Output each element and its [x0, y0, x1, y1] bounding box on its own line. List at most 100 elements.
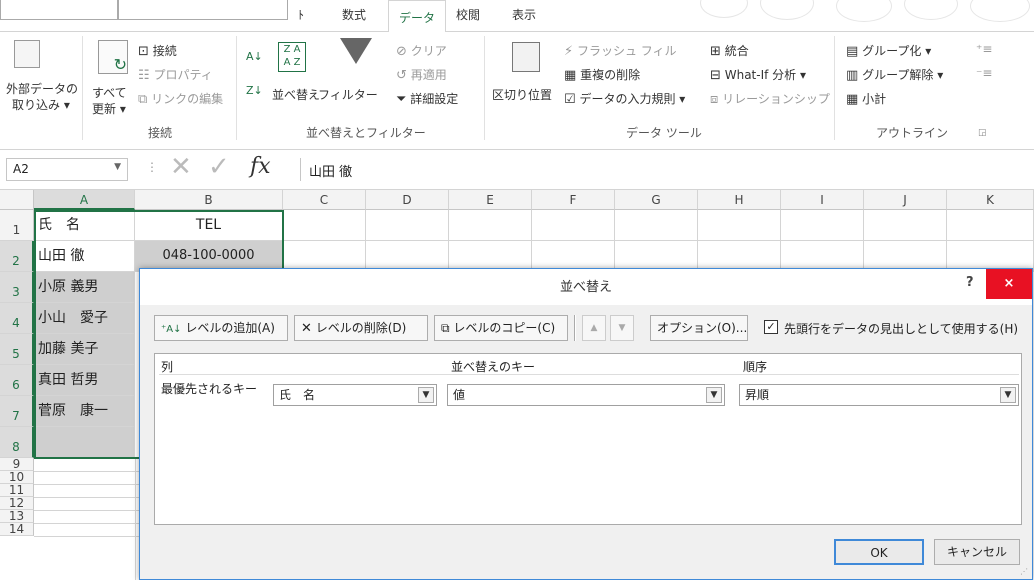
- copy-level-button[interactable]: ⧉ レベルのコピー(C): [434, 315, 568, 341]
- properties-icon: ☷: [138, 68, 150, 83]
- column-header[interactable]: C: [283, 190, 366, 210]
- chevron-down-icon[interactable]: ▼: [114, 162, 121, 172]
- header-row-checkbox-label[interactable]: 先頭行をデータの見出しとして使用する(H): [784, 320, 1018, 337]
- name-box[interactable]: A2 ▼: [6, 158, 128, 181]
- tab-data[interactable]: データ: [388, 0, 447, 33]
- cell-a4[interactable]: 小山 愛子: [34, 303, 135, 334]
- tab-formulas[interactable]: 数式: [342, 6, 366, 23]
- column-header[interactable]: I: [781, 190, 864, 210]
- column-header[interactable]: A: [34, 190, 135, 210]
- insert-function-icon[interactable]: fx: [250, 154, 271, 179]
- refresh-all-label-2[interactable]: 更新 ▾: [92, 100, 126, 117]
- show-detail-icon[interactable]: ⁺≡: [976, 42, 992, 56]
- cell-a7[interactable]: 菅原 康一: [34, 396, 135, 427]
- column-header[interactable]: H: [698, 190, 781, 210]
- enter-icon[interactable]: ✓: [208, 154, 230, 180]
- dialog-title: 並べ替え: [140, 269, 1032, 305]
- cell[interactable]: [698, 210, 781, 241]
- order-select[interactable]: 昇順 ▼: [739, 384, 1019, 406]
- add-level-button[interactable]: ⁺A↓ レベルの追加(A): [154, 315, 288, 341]
- help-button[interactable]: ?: [966, 275, 974, 290]
- cell-a3[interactable]: 小原 義男: [34, 272, 135, 303]
- row-header[interactable]: 4: [0, 303, 34, 334]
- get-external-label-2[interactable]: 取り込み ▾: [12, 96, 70, 113]
- grid-line: [135, 458, 136, 580]
- row-header[interactable]: 6: [0, 365, 34, 396]
- cell[interactable]: [615, 210, 698, 241]
- cell[interactable]: [449, 210, 532, 241]
- filter-label[interactable]: フィルター: [318, 86, 378, 103]
- column-header[interactable]: B: [135, 190, 283, 210]
- cell-a2[interactable]: 山田 徹: [34, 241, 135, 272]
- row-header[interactable]: 8: [0, 427, 34, 458]
- column-header[interactable]: K: [947, 190, 1034, 210]
- header-row-checkbox[interactable]: ✓: [764, 320, 778, 334]
- sort-on-select[interactable]: 値 ▼: [447, 384, 725, 406]
- sort-az-button[interactable]: A↓: [246, 50, 263, 63]
- remove-duplicates-button[interactable]: ▦ 重複の削除: [564, 66, 640, 83]
- edit-links-label: リンクの編集: [151, 92, 224, 106]
- row-header[interactable]: 3: [0, 272, 34, 303]
- row-header[interactable]: 2: [0, 241, 34, 272]
- column-header[interactable]: G: [615, 190, 698, 210]
- chevron-down-icon[interactable]: ▼: [706, 387, 722, 403]
- cell[interactable]: [864, 210, 947, 241]
- cell-a8[interactable]: [34, 427, 135, 458]
- cell-a5[interactable]: 加藤 美子: [34, 334, 135, 365]
- chevron-down-icon[interactable]: ▼: [1000, 387, 1016, 403]
- ungroup-button[interactable]: ▥ グループ解除 ▾: [846, 66, 943, 83]
- filter-icon[interactable]: [340, 38, 372, 64]
- connections-button[interactable]: ⊡ 接続: [138, 42, 177, 59]
- tab-home-partial[interactable]: ﾄ: [298, 6, 304, 23]
- cell[interactable]: [366, 210, 449, 241]
- outline-launcher-icon[interactable]: ◲: [978, 128, 987, 138]
- row-header[interactable]: 14: [0, 523, 34, 536]
- advanced-button[interactable]: ⏷ 詳細設定: [396, 90, 458, 107]
- sort-label[interactable]: 並べ替え: [272, 86, 320, 103]
- sort-za-button[interactable]: Z↓: [246, 84, 263, 97]
- cancel-button[interactable]: キャンセル: [934, 539, 1020, 565]
- select-all-corner[interactable]: [0, 190, 34, 210]
- consolidate-button[interactable]: ⊞ 統合: [710, 42, 749, 59]
- column-header[interactable]: D: [366, 190, 449, 210]
- column-header[interactable]: F: [532, 190, 615, 210]
- ok-button[interactable]: OK: [834, 539, 924, 565]
- row-header[interactable]: 5: [0, 334, 34, 365]
- sort-icon[interactable]: Z AA Z: [278, 42, 306, 72]
- cell-a6[interactable]: 真田 哲男: [34, 365, 135, 396]
- cell-b1[interactable]: TEL: [135, 210, 283, 241]
- row-header[interactable]: 1: [0, 210, 34, 241]
- close-button[interactable]: ×: [986, 269, 1032, 299]
- sort-column-select[interactable]: 氏 名 ▼: [273, 384, 437, 406]
- tab-view[interactable]: 表示: [512, 6, 536, 23]
- move-up-button[interactable]: ▲: [582, 315, 606, 341]
- text-to-columns-icon[interactable]: [512, 42, 540, 72]
- cell[interactable]: [781, 210, 864, 241]
- text-to-columns-label[interactable]: 区切り位置: [492, 86, 552, 103]
- column-header[interactable]: E: [449, 190, 532, 210]
- resize-grip-icon[interactable]: ⋰: [1020, 567, 1028, 576]
- move-down-button[interactable]: ▼: [610, 315, 634, 341]
- get-external-data-icon[interactable]: [14, 40, 40, 68]
- chevron-down-icon[interactable]: ▼: [418, 387, 434, 403]
- tab-review[interactable]: 校閲: [456, 6, 480, 23]
- column-header[interactable]: J: [864, 190, 947, 210]
- subtotal-button[interactable]: ▦ 小計: [846, 90, 886, 107]
- cell-a1[interactable]: 氏 名: [34, 210, 135, 241]
- data-validation-button[interactable]: ☑ データの入力規則 ▾: [564, 90, 685, 107]
- hide-detail-icon[interactable]: ⁻≡: [976, 66, 992, 80]
- cell[interactable]: [283, 210, 366, 241]
- row-header[interactable]: 7: [0, 396, 34, 427]
- cell[interactable]: [947, 210, 1034, 241]
- cancel-icon[interactable]: ✕: [170, 154, 192, 180]
- advanced-label: 詳細設定: [410, 92, 459, 106]
- what-if-button[interactable]: ⊟ What-If 分析 ▾: [710, 66, 806, 83]
- delete-level-button[interactable]: ✕ レベルの削除(D): [294, 315, 428, 341]
- options-button[interactable]: オプション(O)...: [650, 315, 748, 341]
- refresh-all-icon[interactable]: ↻: [98, 40, 128, 74]
- formula-input[interactable]: 山田 徹: [300, 158, 1034, 181]
- group-button[interactable]: ▤ グループ化 ▾: [846, 42, 931, 59]
- refresh-all-label-1[interactable]: すべて: [92, 84, 127, 101]
- cell[interactable]: [532, 210, 615, 241]
- get-external-label-1[interactable]: 外部データの: [6, 80, 78, 97]
